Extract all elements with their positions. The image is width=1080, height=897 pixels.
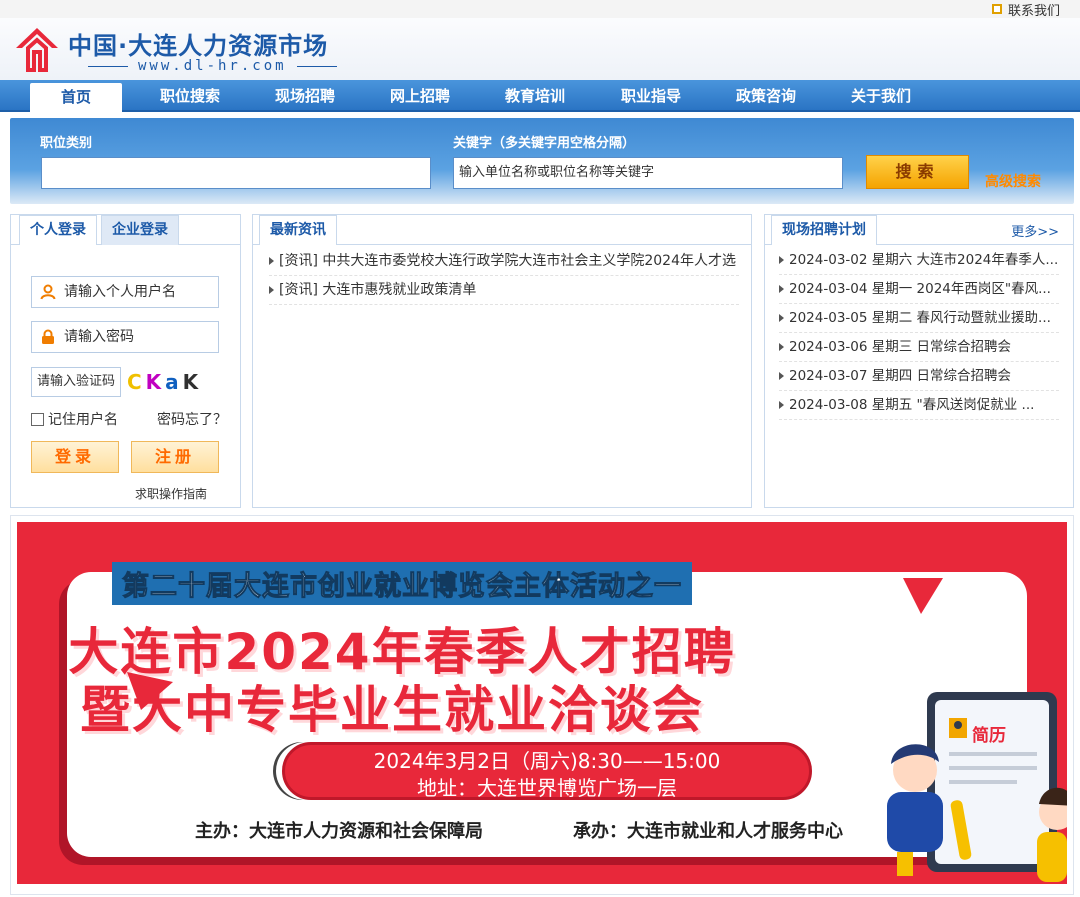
tab-latest-news[interactable]: 最新资讯: [259, 215, 337, 245]
nav-home[interactable]: 首页: [30, 83, 122, 112]
news-item[interactable]: [资讯] 中共大连市委党校大连行政学院大连市社会主义学院2024年人才选: [269, 247, 739, 276]
news-panel: 最新资讯 [资讯] 中共大连市委党校大连行政学院大连市社会主义学院2024年人才…: [252, 214, 752, 508]
advanced-search-link[interactable]: 高级搜索: [985, 171, 1041, 191]
resume-illustration-icon: [887, 692, 1067, 882]
top-strip: 联系我们: [0, 0, 1080, 19]
contact-link[interactable]: 联系我们: [991, 0, 1060, 19]
contact-icon: [991, 4, 1002, 14]
banner-time: 2024年3月2日（周六)8:30——15:00: [373, 749, 721, 773]
triangle-decoration-icon: [127, 672, 173, 710]
plan-item[interactable]: 2024-03-08 星期五 "春风送岗促就业 ...: [779, 391, 1059, 420]
news-tabbar: 最新资讯: [253, 215, 751, 245]
plan-item[interactable]: 2024-03-07 星期四 日常综合招聘会: [779, 362, 1059, 391]
banner-co-host: 承办：大连市就业和人才服务中心: [573, 821, 843, 842]
job-guide-link[interactable]: 求职操作指南: [135, 485, 207, 502]
site-header: 中国·大连人力资源市场 www.dl-hr.com: [0, 18, 1080, 80]
tab-company-login[interactable]: 企业登录: [101, 215, 179, 245]
category-input[interactable]: [41, 157, 431, 189]
event-banner[interactable]: 第二十届大连市创业就业博览会主体活动之一 大连市2024年春季人才招聘 暨大中专…: [17, 522, 1067, 884]
news-item[interactable]: [资讯] 大连市惠残就业政策清单: [269, 276, 739, 305]
password-input[interactable]: 请输入密码: [31, 321, 219, 353]
category-label: 职位类别: [40, 136, 93, 151]
keyword-label: 关键字（多关键字用空格分隔）: [453, 136, 636, 151]
forgot-password-link[interactable]: 密码忘了？: [157, 409, 227, 429]
plan-item[interactable]: 2024-03-06 星期三 日常综合招聘会: [779, 333, 1059, 362]
lock-icon: [42, 329, 54, 344]
nav-training[interactable]: 教育培训: [487, 80, 583, 112]
nav-about[interactable]: 关于我们: [833, 80, 929, 112]
nav-career-guide[interactable]: 职业指导: [603, 80, 699, 112]
remember-username[interactable]: 记住用户名: [31, 409, 118, 429]
plan-tabbar: 现场招聘计划 更多>>: [765, 215, 1073, 245]
plan-item[interactable]: 2024-03-04 星期一 2024年西岗区"春风...: [779, 275, 1059, 304]
nav-policy[interactable]: 政策咨询: [718, 80, 814, 112]
banner-host: 主办：大连市人力资源和社会保障局: [195, 821, 483, 842]
logo-icon[interactable]: [14, 26, 60, 74]
captcha-image[interactable]: CKaK: [127, 367, 217, 397]
nav-online-recruit[interactable]: 网上招聘: [372, 80, 468, 112]
keyword-input[interactable]: 输入单位名称或职位名称等关键字: [453, 157, 843, 189]
triangle-decoration-icon: [903, 578, 943, 614]
user-icon: [40, 284, 56, 300]
username-input[interactable]: 请输入个人用户名: [31, 276, 219, 308]
search-panel: 职位类别 关键字（多关键字用空格分隔） 输入单位名称或职位名称等关键字 搜索 高…: [10, 118, 1074, 204]
register-button[interactable]: 注册: [131, 441, 219, 473]
nav-onsite-recruit[interactable]: 现场招聘: [257, 80, 353, 112]
tab-recruit-plan[interactable]: 现场招聘计划: [771, 215, 877, 245]
login-button[interactable]: 登录: [31, 441, 119, 473]
username-placeholder: 请输入个人用户名: [64, 284, 176, 300]
resume-label: 简历: [972, 726, 1006, 746]
banner-address: 地址：大连世界博览广场一层: [417, 776, 677, 800]
plan-item[interactable]: 2024-03-02 星期六 大连市2024年春季人...: [779, 246, 1059, 275]
site-title: 中国·大连人力资源市场: [68, 32, 329, 60]
nav-job-search[interactable]: 职位搜索: [142, 80, 238, 112]
remember-label: 记住用户名: [48, 412, 118, 428]
main-nav: 首页 职位搜索 现场招聘 网上招聘 教育培训 职业指导 政策咨询 关于我们: [0, 80, 1080, 112]
plan-item[interactable]: 2024-03-05 星期二 春风行动暨就业援助...: [779, 304, 1059, 333]
banner-subtitle: 第二十届大连市创业就业博览会主体活动之一: [112, 562, 692, 605]
tab-personal-login[interactable]: 个人登录: [19, 215, 97, 245]
login-tabbar: 个人登录 企业登录: [11, 215, 240, 245]
remember-checkbox[interactable]: [31, 412, 44, 426]
password-placeholder: 请输入密码: [64, 329, 134, 345]
contact-label: 联系我们: [1007, 3, 1060, 19]
search-button[interactable]: 搜索: [866, 155, 969, 189]
site-url: www.dl-hr.com: [78, 58, 347, 74]
recruit-plan-panel: 现场招聘计划 更多>> 2024-03-02 星期六 大连市2024年春季人..…: [764, 214, 1074, 508]
captcha-text: CKaK: [127, 370, 203, 394]
more-link[interactable]: 更多>>: [1011, 221, 1059, 240]
captcha-input[interactable]: 请输入验证码: [31, 367, 121, 397]
login-panel: 个人登录 企业登录 请输入个人用户名 请输入密码 请输入验证码 CKaK 记住用…: [10, 214, 241, 508]
